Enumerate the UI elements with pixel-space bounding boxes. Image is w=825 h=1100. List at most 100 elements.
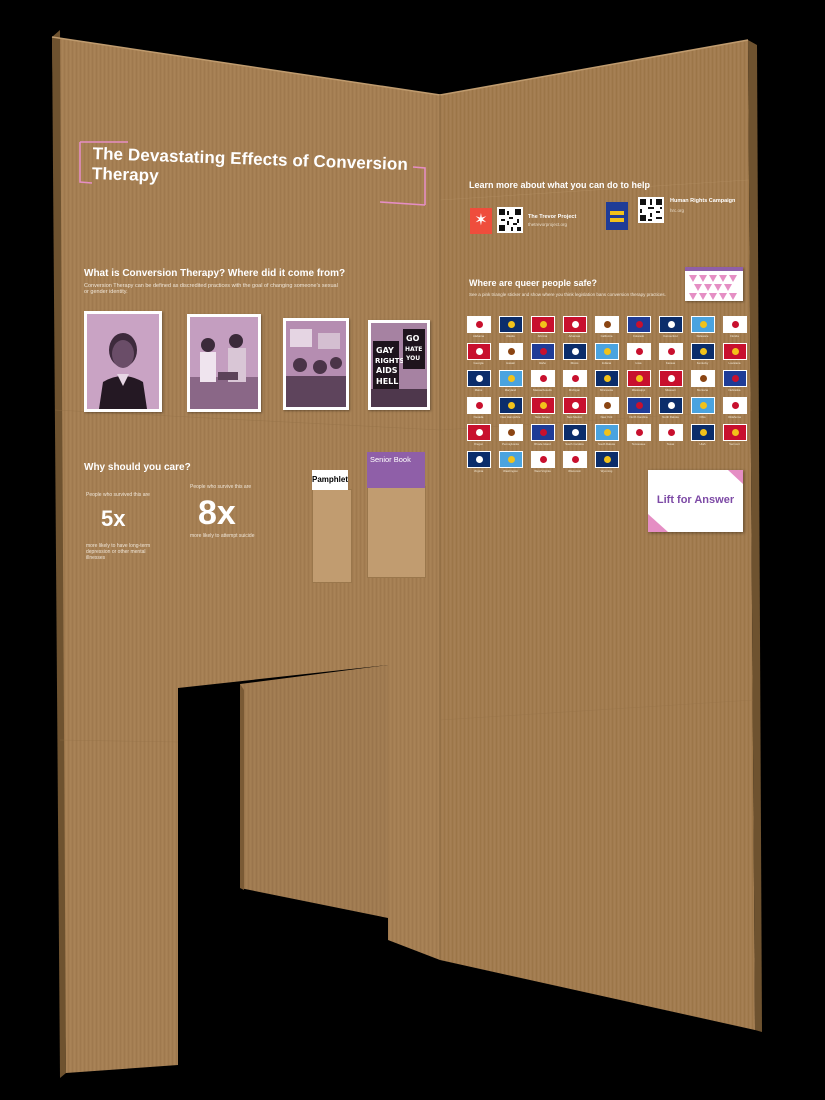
state-flag-icon[interactable] <box>626 343 651 360</box>
state-flag-cell[interactable]: Nebraska <box>722 370 747 392</box>
state-flag-cell[interactable]: New York <box>594 397 619 419</box>
state-flag-icon[interactable] <box>594 397 619 414</box>
state-flag-cell[interactable]: Louisiana <box>722 343 747 365</box>
pamphlet-label[interactable]: Pamphlet <box>312 470 348 490</box>
state-flag-cell[interactable]: Utah <box>690 424 715 446</box>
state-flag-cell[interactable]: Nevada <box>466 397 491 419</box>
state-flag-cell[interactable]: Kansas <box>658 343 683 365</box>
state-flag-icon[interactable] <box>690 343 715 360</box>
state-flag-cell[interactable]: Oklahoma <box>722 397 747 419</box>
state-flag-icon[interactable] <box>466 451 491 468</box>
state-flag-icon[interactable] <box>594 451 619 468</box>
senior-book-label[interactable]: Senior Book <box>367 452 425 488</box>
state-flag-cell[interactable]: Indiana <box>594 343 619 365</box>
state-flag-icon[interactable] <box>530 343 555 360</box>
state-flag-cell[interactable]: Washington <box>498 451 523 473</box>
state-flag-icon[interactable] <box>594 343 619 360</box>
state-flag-cell[interactable]: Vermont <box>722 424 747 446</box>
state-flag-cell[interactable]: New Jersey <box>530 397 555 419</box>
state-flag-icon[interactable] <box>498 316 523 333</box>
state-flag-icon[interactable] <box>530 316 555 333</box>
state-flag-icon[interactable] <box>626 424 651 441</box>
state-flag-icon[interactable] <box>658 316 683 333</box>
state-flag-icon[interactable] <box>690 316 715 333</box>
state-flag-cell[interactable]: Hawaii <box>498 343 523 365</box>
state-flag-icon[interactable] <box>530 424 555 441</box>
state-flag-icon[interactable] <box>466 343 491 360</box>
state-flag-icon[interactable] <box>562 451 587 468</box>
state-flag-cell[interactable]: Pennsylvania <box>498 424 523 446</box>
state-flag-cell[interactable]: Alaska <box>498 316 523 338</box>
state-flag-cell[interactable]: West Virginia <box>530 451 555 473</box>
state-flag-icon[interactable] <box>722 316 747 333</box>
state-flag-icon[interactable] <box>594 370 619 387</box>
state-flag-icon[interactable] <box>562 316 587 333</box>
state-flag-icon[interactable] <box>530 370 555 387</box>
state-flag-cell[interactable]: Oregon <box>466 424 491 446</box>
state-flag-cell[interactable]: Virginia <box>466 451 491 473</box>
state-flag-cell[interactable]: New Hampshire <box>498 397 523 419</box>
state-flag-icon[interactable] <box>690 397 715 414</box>
state-flag-icon[interactable] <box>466 316 491 333</box>
state-flag-cell[interactable]: Tennessee <box>626 424 651 446</box>
state-flag-cell[interactable]: California <box>594 316 619 338</box>
state-flag-icon[interactable] <box>498 343 523 360</box>
trevor-qr-code[interactable] <box>497 207 523 233</box>
state-flag-cell[interactable]: Montana <box>690 370 715 392</box>
state-flag-icon[interactable] <box>530 451 555 468</box>
state-flag-icon[interactable] <box>658 370 683 387</box>
state-flag-icon[interactable] <box>722 424 747 441</box>
state-flag-icon[interactable] <box>626 316 651 333</box>
state-flag-icon[interactable] <box>498 397 523 414</box>
state-flag-cell[interactable]: New Mexico <box>562 397 587 419</box>
state-flag-cell[interactable]: Iowa <box>626 343 651 365</box>
state-flag-icon[interactable] <box>722 397 747 414</box>
state-flag-cell[interactable]: Missouri <box>658 370 683 392</box>
state-flag-cell[interactable]: Maryland <box>498 370 523 392</box>
state-flag-cell[interactable]: North Dakota <box>658 397 683 419</box>
state-flag-cell[interactable]: Colorado <box>626 316 651 338</box>
state-flag-cell[interactable]: Maine <box>466 370 491 392</box>
state-flag-icon[interactable] <box>658 343 683 360</box>
state-flag-cell[interactable]: Rhode Island <box>530 424 555 446</box>
state-flag-icon[interactable] <box>722 343 747 360</box>
hrc-url[interactable]: hrc.org <box>670 208 684 213</box>
state-flag-icon[interactable] <box>530 397 555 414</box>
state-flag-cell[interactable]: Alabama <box>466 316 491 338</box>
state-flag-icon[interactable] <box>466 370 491 387</box>
state-flag-icon[interactable] <box>594 316 619 333</box>
pamphlet-pocket[interactable] <box>312 489 352 583</box>
state-flag-icon[interactable] <box>690 424 715 441</box>
state-flag-cell[interactable]: South Carolina <box>562 424 587 446</box>
state-flag-icon[interactable] <box>594 424 619 441</box>
pink-triangle-sticker-sheet[interactable] <box>685 267 743 301</box>
state-flag-icon[interactable] <box>658 397 683 414</box>
state-flag-icon[interactable] <box>498 370 523 387</box>
state-flag-cell[interactable]: Delaware <box>690 316 715 338</box>
state-flag-cell[interactable]: Georgia <box>466 343 491 365</box>
state-flag-cell[interactable]: Arizona <box>530 316 555 338</box>
trevor-project-url[interactable]: thetrevorproject.org <box>528 222 567 227</box>
state-flag-cell[interactable]: Minnesota <box>594 370 619 392</box>
state-flag-cell[interactable]: Michigan <box>562 370 587 392</box>
state-flag-cell[interactable]: Massachusetts <box>530 370 555 392</box>
state-flag-cell[interactable]: Texas <box>658 424 683 446</box>
state-flag-cell[interactable]: South Dakota <box>594 424 619 446</box>
lift-for-answer-card[interactable]: Lift for Answer <box>648 470 743 532</box>
state-flag-icon[interactable] <box>498 424 523 441</box>
state-flag-cell[interactable]: Connecticut <box>658 316 683 338</box>
state-flag-icon[interactable] <box>722 370 747 387</box>
state-flag-cell[interactable]: Idaho <box>530 343 555 365</box>
state-flag-cell[interactable]: Kentucky <box>690 343 715 365</box>
state-flag-cell[interactable]: North Carolina <box>626 397 651 419</box>
state-flag-cell[interactable]: Mississippi <box>626 370 651 392</box>
state-flag-cell[interactable]: Illinois <box>562 343 587 365</box>
state-flag-cell[interactable]: Florida <box>722 316 747 338</box>
state-flag-icon[interactable] <box>562 343 587 360</box>
state-flag-icon[interactable] <box>562 424 587 441</box>
state-flag-icon[interactable] <box>466 424 491 441</box>
state-flag-icon[interactable] <box>562 370 587 387</box>
state-flag-icon[interactable] <box>626 370 651 387</box>
hrc-qr-code[interactable] <box>638 197 664 223</box>
state-flag-icon[interactable] <box>658 424 683 441</box>
